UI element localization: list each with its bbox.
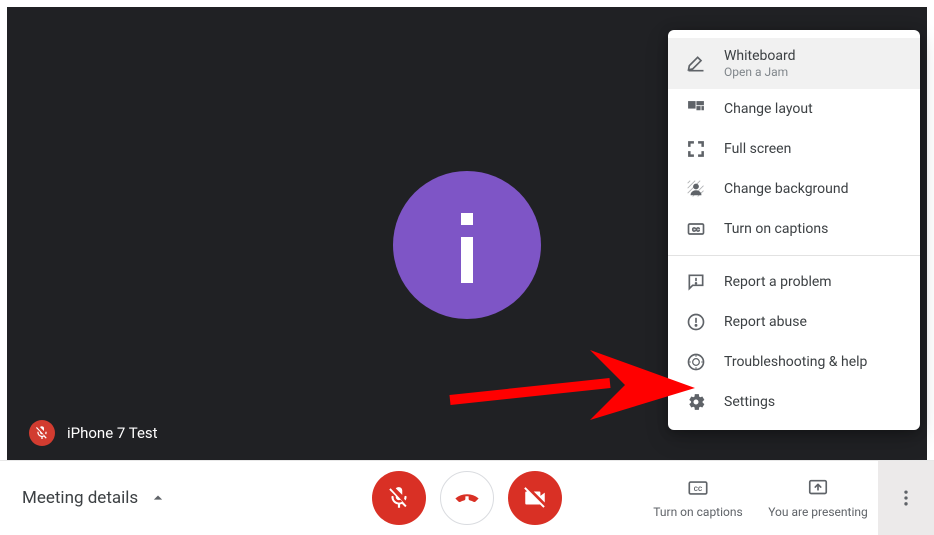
help-icon [686,352,706,372]
menu-item-label: Full screen [724,141,902,157]
feedback-icon [686,272,706,292]
menu-report-problem[interactable]: Report a problem [668,262,920,302]
meeting-details-button[interactable]: Meeting details [0,488,300,508]
pencil-icon [686,54,706,74]
layout-icon [686,99,706,119]
menu-item-text: Whiteboard Open a Jam [724,48,902,79]
svg-text:CC: CC [694,485,702,493]
menu-item-label: Settings [724,394,902,410]
captions-button[interactable]: CC Turn on captions [638,461,758,535]
avatar-letter-dot [461,213,473,225]
bottom-bar: Meeting details CC Turn on captions You … [0,460,934,535]
camera-toggle-button[interactable] [508,471,562,525]
mute-badge [29,420,55,446]
menu-item-label: Whiteboard [724,48,902,64]
more-options-menu: Whiteboard Open a Jam Change layout Full… [668,30,920,430]
camera-off-icon [522,485,548,511]
captions-label: Turn on captions [653,505,742,519]
hangup-icon [454,485,480,511]
hangup-button[interactable] [440,471,494,525]
background-icon [686,179,706,199]
participant-name: iPhone 7 Test [67,424,158,442]
menu-item-label: Turn on captions [724,221,902,237]
mic-off-icon [34,425,50,441]
gear-icon [686,392,706,412]
menu-item-label: Change background [724,181,902,197]
more-vert-icon [896,488,916,508]
presenting-label: You are presenting [768,505,868,519]
menu-whiteboard[interactable]: Whiteboard Open a Jam [668,38,920,89]
menu-item-label: Change layout [724,101,902,117]
participant-tag: iPhone 7 Test [29,420,158,446]
menu-full-screen[interactable]: Full screen [668,129,920,169]
menu-change-layout[interactable]: Change layout [668,89,920,129]
cc-icon: CC [687,477,709,499]
menu-troubleshooting[interactable]: Troubleshooting & help [668,342,920,382]
participant-avatar [393,171,541,319]
call-controls [372,471,562,525]
svg-text:CC: CC [692,228,700,234]
cc-small-icon: CC [686,219,706,239]
menu-item-sublabel: Open a Jam [724,65,902,79]
menu-captions[interactable]: CC Turn on captions [668,209,920,249]
right-controls: CC Turn on captions You are presenting [638,461,934,535]
mic-toggle-button[interactable] [372,471,426,525]
avatar-letter-bar [461,237,473,283]
menu-item-label: Report abuse [724,314,902,330]
menu-item-label: Troubleshooting & help [724,354,902,370]
presenting-button[interactable]: You are presenting [758,461,878,535]
menu-separator [668,255,920,256]
menu-item-label: Report a problem [724,274,902,290]
chevron-up-icon [148,488,168,508]
menu-change-background[interactable]: Change background [668,169,920,209]
more-options-button[interactable] [878,461,934,535]
menu-report-abuse[interactable]: Report abuse [668,302,920,342]
menu-settings[interactable]: Settings [668,382,920,422]
fullscreen-icon [686,139,706,159]
warning-icon [686,312,706,332]
present-icon [807,477,829,499]
mic-off-icon [386,485,412,511]
meeting-details-label: Meeting details [22,488,138,508]
